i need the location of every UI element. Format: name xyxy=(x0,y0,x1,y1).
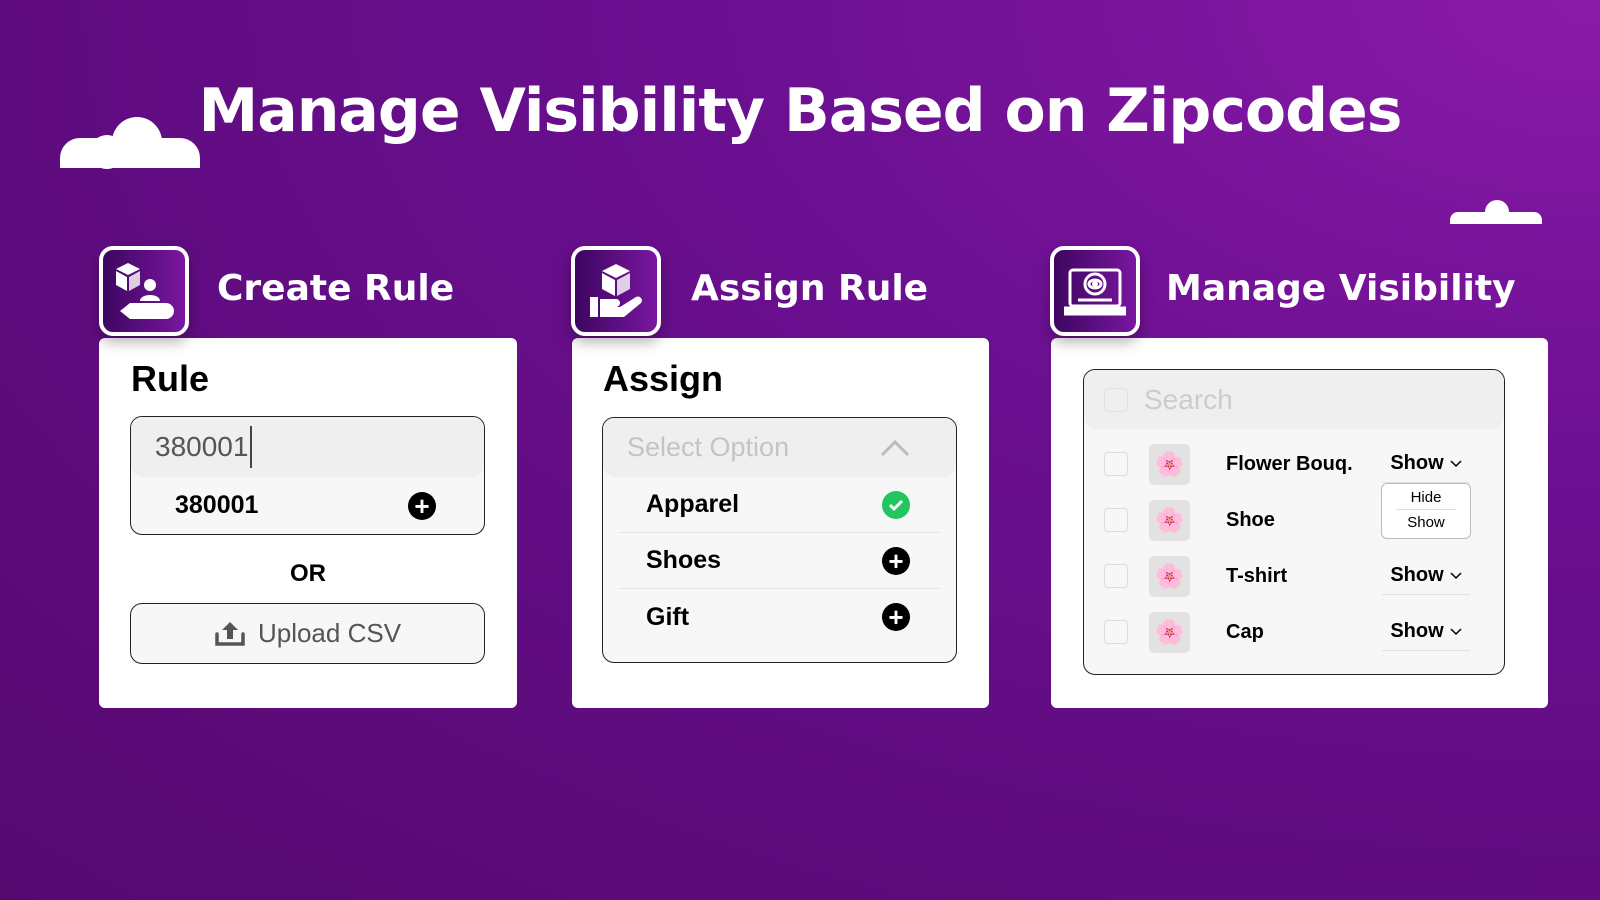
product-row: 🌸 T-shirt Show xyxy=(1084,548,1504,604)
row-checkbox[interactable] xyxy=(1104,452,1128,476)
assign-heading: Assign xyxy=(603,358,724,399)
dropdown-option-hide[interactable]: Hide xyxy=(1396,484,1456,510)
option-gift[interactable]: Gift + xyxy=(619,589,940,645)
zipcode-input[interactable]: 380001 xyxy=(131,417,484,477)
upload-icon xyxy=(215,621,245,646)
add-icon[interactable]: + xyxy=(882,546,910,575)
chevron-up-icon[interactable] xyxy=(880,439,910,457)
text-cursor xyxy=(250,426,253,468)
dropdown-option-show[interactable]: Show xyxy=(1382,510,1470,536)
create-rule-card: Rule 380001 380001 + OR Upload CSV xyxy=(99,338,517,708)
visibility-select[interactable]: Show xyxy=(1382,557,1470,595)
product-thumbnail-flower-icon: 🌸 xyxy=(1149,443,1190,485)
chevron-down-icon xyxy=(1450,459,1462,467)
product-thumbnail-flower-icon: 🌸 xyxy=(1149,555,1190,597)
add-icon[interactable]: + xyxy=(408,491,436,520)
rule-select-dropdown: Select Option Apparel Shoes + Gift + xyxy=(602,417,957,663)
visibility-select[interactable]: Show xyxy=(1382,613,1470,651)
assign-rule-card: Assign Select Option Apparel Shoes + Gift… xyxy=(572,338,989,708)
product-name: T-shirt xyxy=(1226,564,1288,587)
box-user-pencil-icon xyxy=(99,246,189,336)
select-option-input[interactable]: Select Option xyxy=(603,418,956,477)
product-name: Flower Bouq. xyxy=(1226,452,1353,475)
section-title: Create Rule xyxy=(217,268,455,309)
product-row: 🌸 Cap Show xyxy=(1084,604,1504,660)
hand-box-icon xyxy=(571,246,661,336)
visibility-select[interactable]: Show xyxy=(1382,445,1470,483)
search-bar[interactable]: Search xyxy=(1084,370,1504,429)
manage-visibility-card: Search 🌸 Flower Bouq. Show 🌸 Shoe 🌸 T-shi… xyxy=(1051,338,1548,708)
row-checkbox[interactable] xyxy=(1104,508,1128,532)
check-circle-icon xyxy=(882,490,910,519)
product-name: Cap xyxy=(1226,620,1264,643)
add-icon[interactable]: + xyxy=(882,603,910,631)
product-thumbnail-flower-icon: 🌸 xyxy=(1149,499,1190,541)
row-checkbox[interactable] xyxy=(1104,564,1128,588)
page-title: Manage Visibility Based on Zipcodes xyxy=(198,76,1403,146)
section-title: Manage Visibility xyxy=(1166,268,1516,309)
option-apparel[interactable]: Apparel xyxy=(619,477,940,533)
chevron-down-icon xyxy=(1450,571,1462,579)
select-all-checkbox[interactable] xyxy=(1104,387,1128,412)
product-thumbnail-flower-icon: 🌸 xyxy=(1149,611,1190,653)
section-title: Assign Rule xyxy=(691,268,929,309)
zipcode-combobox: 380001 380001 + xyxy=(130,416,485,535)
chevron-down-icon xyxy=(1450,627,1462,635)
laptop-gear-eye-icon xyxy=(1050,246,1140,336)
rule-heading: Rule xyxy=(131,358,210,399)
visibility-dropdown-menu: Hide Show xyxy=(1381,483,1471,539)
upload-csv-button[interactable]: Upload CSV xyxy=(130,603,485,664)
option-shoes[interactable]: Shoes + xyxy=(619,533,940,589)
product-name: Shoe xyxy=(1226,508,1275,531)
suggestion-item[interactable]: 380001 + xyxy=(131,477,484,534)
cloud-decoration xyxy=(1485,200,1509,224)
row-checkbox[interactable] xyxy=(1104,620,1128,644)
or-divider: OR xyxy=(290,560,326,587)
